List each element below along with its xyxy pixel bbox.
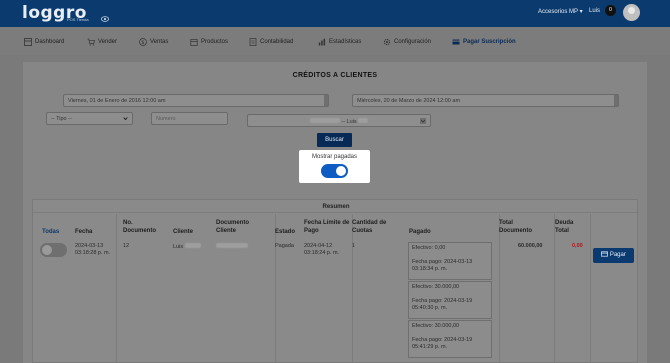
nav-pagar-suscripcion-label: Pagar Suscripción bbox=[463, 39, 516, 45]
nav-dashboard-label: Dashboard bbox=[35, 39, 65, 45]
notification-badge[interactable]: 0 bbox=[605, 5, 616, 16]
tipo-select[interactable]: -- Tipo -- bbox=[46, 112, 133, 125]
nav-vender[interactable]: Vender bbox=[87, 38, 117, 46]
accounts-menu[interactable]: Accesorios MP ▾ bbox=[538, 8, 583, 15]
payment-entry: Efectivo: 0,00 Fecha pago: 2024-03-13 03… bbox=[408, 242, 492, 280]
card-icon bbox=[601, 251, 609, 257]
show-paid-popup: Mostrar pagadas bbox=[299, 150, 370, 183]
cart-icon bbox=[87, 38, 95, 46]
row-deuda-total: 0,00 bbox=[572, 243, 583, 249]
payment-entry: Efectivo: 30.000,00 Fecha pago: 2024-03-… bbox=[408, 281, 492, 319]
date-from-handle bbox=[324, 95, 328, 106]
nav-productos-label: Productos bbox=[201, 39, 229, 45]
col-divider bbox=[116, 214, 117, 363]
nav-vender-label: Vender bbox=[98, 39, 118, 45]
row-cliente-name: Luis bbox=[173, 244, 184, 250]
select-handle-icon bbox=[420, 118, 426, 124]
avatar[interactable] bbox=[623, 4, 640, 21]
pay-button[interactable]: Pagar bbox=[593, 248, 634, 263]
chevron-down-icon bbox=[123, 117, 128, 121]
header-deuda-total: Deuda Total bbox=[555, 220, 574, 234]
nav-ventas[interactable]: $ Ventas bbox=[139, 38, 168, 46]
dollar-icon: $ bbox=[139, 38, 147, 46]
payment-fecha: Fecha pago: 2024-03-19 05:41:29 p. m. bbox=[412, 337, 473, 350]
nav-pagar-suscripcion[interactable]: Pagar Suscripción bbox=[452, 38, 516, 46]
date-to-value: Miércoles, 20 de Marzo de 2024 12:00 am bbox=[357, 98, 461, 104]
header-cliente: Cliente bbox=[173, 229, 194, 235]
row-cliente: Luis bbox=[173, 243, 201, 251]
row-cantidad-cuotas: 1 bbox=[352, 243, 356, 249]
summary-title: Resumen bbox=[322, 204, 350, 210]
nav-ventas-label: Ventas bbox=[150, 39, 169, 45]
header-estado: Estado bbox=[275, 229, 296, 235]
cliente-select-value: -- Luis bbox=[341, 119, 357, 125]
row-documento-cliente bbox=[216, 243, 248, 251]
box-icon bbox=[190, 39, 198, 46]
row-fecha: 2024-03-13 03:18:28 p. m. bbox=[75, 243, 111, 256]
nav-dashboard[interactable]: Dashboard bbox=[24, 38, 64, 46]
row-estado: Pagada bbox=[275, 243, 294, 249]
eye-icon[interactable] bbox=[101, 16, 109, 22]
row-fecha-limite: 2024-04-12 03:18:24 p. m. bbox=[304, 243, 340, 256]
logo-subtitle: POS Tienda bbox=[67, 17, 89, 22]
ledger-icon bbox=[249, 38, 257, 46]
top-bar: loggro POS Tienda Accesorios MP ▾ Luis 0 bbox=[0, 0, 670, 27]
show-paid-toggle[interactable] bbox=[321, 164, 348, 178]
payment-efectivo: Efectivo: 30.000,00 bbox=[412, 323, 460, 329]
cliente-select[interactable]: -- Luis bbox=[247, 114, 431, 127]
header-no-documento: No. Documento bbox=[123, 220, 156, 234]
header-documento-cliente: Documento Cliente bbox=[216, 220, 249, 234]
header-fecha: Fecha bbox=[75, 229, 93, 235]
card-icon bbox=[452, 39, 460, 45]
pay-button-label: Pagar bbox=[609, 252, 626, 258]
date-to-field[interactable]: Miércoles, 20 de Marzo de 2024 12:00 am bbox=[352, 94, 619, 107]
page-title: CRÉDITOS A CLIENTES bbox=[292, 72, 378, 79]
row-select-toggle[interactable] bbox=[40, 243, 67, 257]
row-documento-blurred bbox=[216, 243, 248, 248]
show-paid-label: Mostrar pagadas bbox=[311, 154, 358, 160]
col-divider bbox=[590, 214, 591, 363]
tipo-select-value: -- Tipo -- bbox=[51, 116, 72, 122]
col-divider bbox=[499, 214, 500, 363]
nav-configuracion-label: Configuración bbox=[394, 39, 432, 45]
header-fecha-limite: Fecha Límite de Pago bbox=[304, 220, 350, 234]
main-nav: Dashboard Vender $ Ventas Productos Cont… bbox=[0, 27, 670, 55]
col-divider bbox=[275, 214, 276, 363]
payment-fecha: Fecha pago: 2024-03-19 05:40:30 p. m. bbox=[412, 298, 473, 311]
header-pagado: Pagado bbox=[409, 229, 431, 235]
header-total-documento: Total Documento bbox=[499, 220, 532, 234]
nav-contabilidad-label: Contabilidad bbox=[260, 39, 294, 45]
dashboard-icon bbox=[24, 38, 32, 46]
cliente-blurred-suffix bbox=[358, 118, 369, 123]
numero-placeholder: Numero bbox=[156, 116, 176, 122]
payment-entry: Efectivo: 30.000,00 Fecha pago: 2024-03-… bbox=[408, 320, 492, 358]
row-total-documento: 60.000,00 bbox=[518, 243, 543, 249]
payment-fecha: Fecha pago: 2024-03-13 03:18:34 p. m. bbox=[412, 259, 473, 272]
nav-configuracion[interactable]: Configuración bbox=[383, 38, 431, 46]
header-cantidad-cuotas: Cantidad de Cuotas bbox=[352, 220, 387, 234]
nav-estadisticas-label: Estadísticas bbox=[329, 39, 362, 45]
payment-efectivo: Efectivo: 30.000,00 bbox=[412, 284, 460, 290]
nav-estadisticas[interactable]: Estadísticas bbox=[318, 38, 361, 46]
search-button[interactable]: Buscar bbox=[317, 133, 352, 147]
row-cliente-blurred bbox=[184, 243, 201, 248]
col-divider bbox=[352, 214, 353, 363]
header-todas[interactable]: Todas bbox=[42, 228, 59, 236]
nav-contabilidad[interactable]: Contabilidad bbox=[249, 38, 293, 46]
col-divider bbox=[554, 214, 555, 363]
date-to-handle bbox=[614, 95, 618, 106]
date-from-value: Viernes, 01 de Enero de 2016 12:00 am bbox=[68, 98, 166, 104]
summary-divider bbox=[33, 212, 639, 213]
stats-icon bbox=[318, 38, 326, 46]
numero-input[interactable]: Numero bbox=[151, 112, 228, 125]
gear-icon bbox=[383, 38, 391, 46]
row-no-documento: 12 bbox=[123, 243, 130, 249]
date-from-field[interactable]: Viernes, 01 de Enero de 2016 12:00 am bbox=[63, 94, 329, 107]
nav-productos[interactable]: Productos bbox=[190, 38, 228, 46]
payment-efectivo: Efectivo: 0,00 bbox=[412, 245, 446, 251]
cliente-blurred-prefix bbox=[309, 118, 340, 123]
user-name[interactable]: Luis bbox=[589, 8, 600, 14]
svg-text:$: $ bbox=[141, 40, 144, 46]
